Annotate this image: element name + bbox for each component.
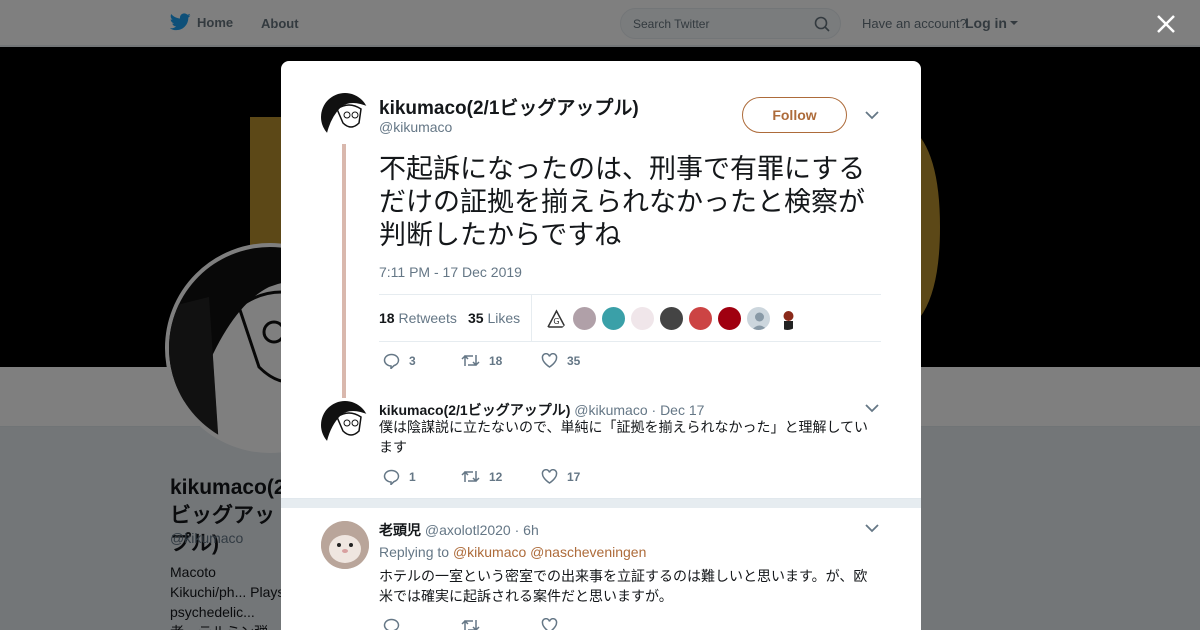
reply-header: kikumaco(2/1ビッグアップル) @kikumaco · Dec 17 bbox=[379, 400, 704, 420]
like-count: 17 bbox=[567, 469, 581, 484]
liker-avatar[interactable] bbox=[688, 306, 713, 331]
reply-author-name[interactable]: 老頭児 bbox=[379, 522, 421, 538]
chevron-down-icon[interactable] bbox=[865, 110, 879, 120]
author-avatar[interactable] bbox=[321, 93, 369, 141]
retweet-action[interactable]: 18 bbox=[461, 353, 502, 368]
reply-time[interactable]: Dec 17 bbox=[660, 402, 704, 418]
mention-link[interactable]: @nascheveningen bbox=[530, 544, 646, 560]
stats-divider bbox=[531, 295, 532, 342]
retweet-action[interactable] bbox=[461, 618, 480, 630]
reply-author-name[interactable]: kikumaco(2/1ビッグアップル) bbox=[379, 402, 570, 418]
reply-author-handle[interactable]: @kikumaco bbox=[574, 402, 647, 418]
tweet-text: 不起訴になったのは、刑事で有罪にするだけの証拠を揃えられなかったと検察が判断した… bbox=[379, 154, 866, 251]
retweets-count: 18 bbox=[379, 310, 395, 326]
retweet-icon bbox=[461, 354, 480, 367]
mention-link[interactable]: @kikumaco bbox=[453, 544, 526, 560]
dot-separator: · bbox=[651, 402, 657, 418]
reply-action[interactable]: 1 bbox=[383, 469, 416, 485]
author-handle[interactable]: @kikumaco bbox=[379, 119, 452, 135]
tweet-modal: kikumaco(2/1ビッグアップル) @kikumaco Follow 不起… bbox=[281, 61, 921, 630]
retweet-icon bbox=[461, 470, 480, 483]
like-action[interactable]: 17 bbox=[541, 469, 580, 484]
liker-avatar[interactable] bbox=[572, 306, 597, 331]
avatar-photo bbox=[321, 521, 369, 569]
liker-avatar[interactable] bbox=[746, 306, 771, 331]
reply-icon bbox=[383, 618, 400, 630]
reply-time[interactable]: 6h bbox=[523, 522, 539, 538]
svg-text:G: G bbox=[553, 317, 559, 326]
heart-icon bbox=[541, 618, 558, 630]
reply-author-avatar[interactable] bbox=[321, 401, 369, 449]
reply-text: ホテルの一室という密室での出来事を立証するのは難しいと思います。が、欧米では確実… bbox=[379, 569, 868, 605]
reply-action[interactable] bbox=[383, 618, 400, 630]
reply-actions bbox=[379, 618, 619, 630]
avatar-illustration bbox=[321, 93, 369, 141]
tweet-timestamp[interactable]: 7:11 PM - 17 Dec 2019 bbox=[379, 264, 522, 280]
heart-icon bbox=[541, 469, 558, 484]
like-action[interactable]: 35 bbox=[541, 353, 580, 368]
likes-label: Likes bbox=[487, 310, 521, 326]
retweets-stat[interactable]: 18 Retweets bbox=[379, 310, 457, 326]
tweet-stats: 18 Retweets 35 Likes G bbox=[379, 294, 881, 342]
like-action[interactable] bbox=[541, 618, 558, 630]
close-icon[interactable] bbox=[1155, 13, 1177, 35]
heart-icon bbox=[541, 353, 558, 368]
reply-author-handle[interactable]: @axolotl2020 bbox=[425, 522, 511, 538]
liker-avatar[interactable] bbox=[630, 306, 655, 331]
liker-avatar[interactable] bbox=[659, 306, 684, 331]
retweets-label: Retweets bbox=[398, 310, 457, 326]
reply-separator bbox=[281, 498, 921, 508]
replying-prefix: Replying to bbox=[379, 544, 450, 560]
reply-text: 僕は陰謀説に立たないので、単純に「証拠を揃えられなかった」と理解しています bbox=[379, 420, 869, 456]
retweet-icon bbox=[461, 619, 480, 630]
liker-avatar[interactable] bbox=[717, 306, 742, 331]
chevron-down-icon[interactable] bbox=[865, 403, 879, 413]
reply-author-avatar[interactable] bbox=[321, 521, 369, 569]
reply-icon bbox=[383, 353, 400, 369]
follow-button[interactable]: Follow bbox=[742, 97, 847, 133]
like-count: 35 bbox=[567, 353, 581, 368]
likes-stat[interactable]: 35 Likes bbox=[468, 310, 520, 326]
likes-count: 35 bbox=[468, 310, 484, 326]
reply-header: 老頭児 @axolotl2020 · 6h bbox=[379, 520, 539, 540]
avatar-illustration bbox=[321, 401, 369, 449]
liker-avatar[interactable] bbox=[775, 306, 800, 331]
reply-actions: 1 12 17 bbox=[379, 469, 619, 489]
dot-separator: · bbox=[514, 522, 520, 538]
retweet-action[interactable]: 12 bbox=[461, 469, 502, 484]
tweet-actions: 3 18 35 bbox=[379, 353, 619, 373]
liker-avatar[interactable] bbox=[601, 306, 626, 331]
reply-count: 3 bbox=[409, 354, 416, 368]
reply-icon bbox=[383, 469, 400, 485]
liker-avatar[interactable]: G bbox=[543, 306, 568, 331]
retweet-count: 12 bbox=[489, 469, 503, 484]
chevron-down-icon[interactable] bbox=[865, 523, 879, 533]
author-name[interactable]: kikumaco(2/1ビッグアップル) bbox=[379, 93, 639, 120]
replying-to: Replying to @kikumaco @nascheveningen bbox=[379, 544, 646, 560]
retweet-count: 18 bbox=[489, 353, 503, 368]
thread-line bbox=[342, 144, 346, 398]
reply-action[interactable]: 3 bbox=[383, 353, 416, 369]
reply-count: 1 bbox=[409, 470, 416, 484]
